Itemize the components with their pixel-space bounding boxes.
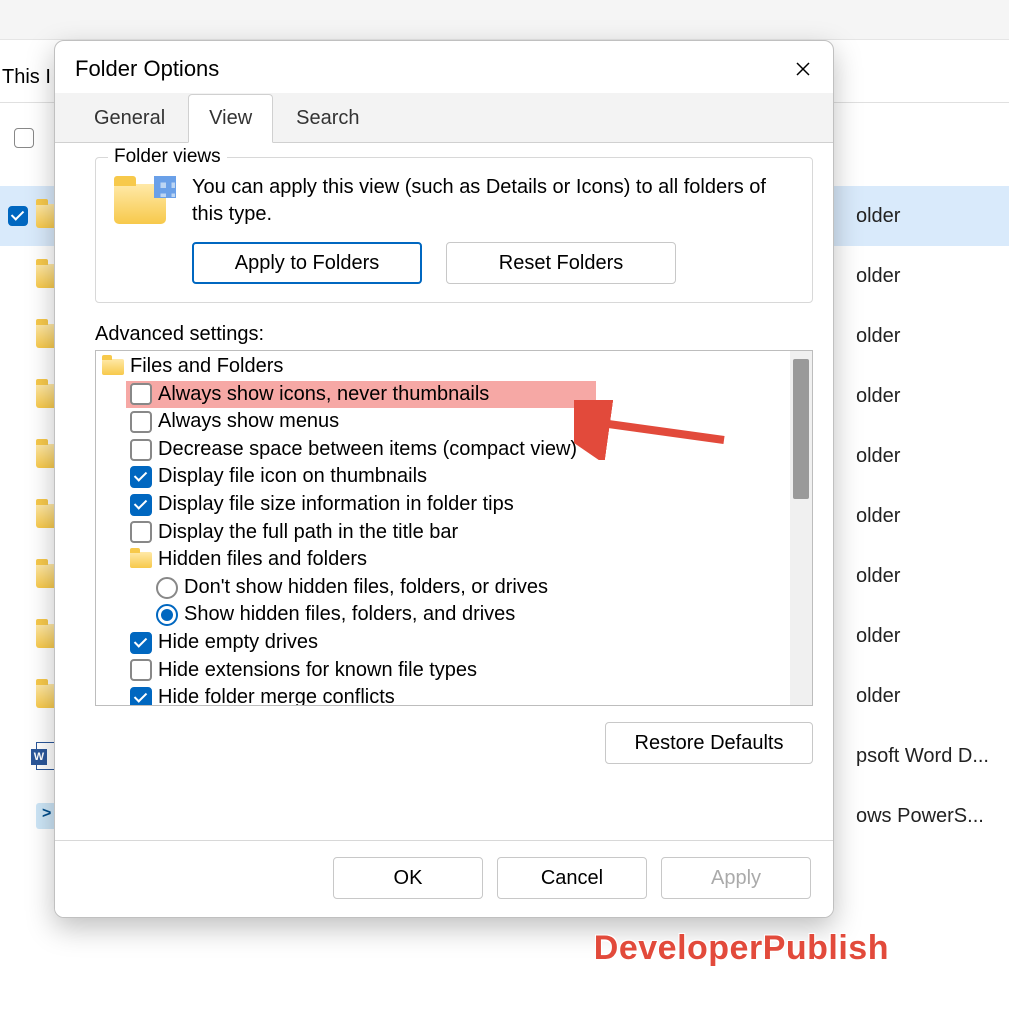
- checkbox[interactable]: [130, 411, 152, 433]
- apply-to-folders-button[interactable]: Apply to Folders: [192, 242, 422, 284]
- checkbox[interactable]: [130, 494, 152, 516]
- file-type-column: older older older older older older olde…: [856, 186, 989, 846]
- option-label: Display the full path in the title bar: [158, 520, 458, 546]
- apply-button[interactable]: Apply: [661, 857, 811, 899]
- option-compact-view[interactable]: Decrease space between items (compact vi…: [96, 436, 790, 464]
- radio-show-hidden[interactable]: Show hidden files, folders, and drives: [96, 601, 790, 629]
- dialog-footer: OK Cancel Apply: [55, 840, 833, 917]
- type-cell: older: [856, 186, 989, 246]
- close-icon: [795, 61, 811, 77]
- type-cell: older: [856, 546, 989, 606]
- column-select-all-checkbox[interactable]: [14, 128, 34, 148]
- dialog-titlebar: Folder Options: [55, 41, 833, 93]
- folder-views-group: Folder views You can apply this view (su…: [95, 157, 813, 303]
- dialog-tabs: General View Search: [55, 93, 833, 143]
- checkbox[interactable]: [130, 439, 152, 461]
- option-label: Hide extensions for known file types: [158, 658, 477, 684]
- checkbox[interactable]: [130, 687, 152, 705]
- advanced-settings-list: Files and Folders Always show icons, nev…: [95, 350, 813, 706]
- scrollbar-thumb[interactable]: [793, 359, 809, 499]
- option-label: Decrease space between items (compact vi…: [158, 437, 577, 463]
- cancel-button[interactable]: Cancel: [497, 857, 647, 899]
- checkbox[interactable]: [130, 466, 152, 488]
- tab-general[interactable]: General: [73, 94, 186, 143]
- radio-dont-show-hidden[interactable]: Don't show hidden files, folders, or dri…: [96, 574, 790, 602]
- dialog-title: Folder Options: [75, 56, 219, 82]
- close-button[interactable]: [789, 55, 817, 83]
- option-label: Always show menus: [158, 409, 339, 435]
- restore-defaults-button[interactable]: Restore Defaults: [605, 722, 813, 764]
- option-label: Show hidden files, folders, and drives: [184, 602, 515, 628]
- folder-options-dialog: Folder Options General View Search Folde…: [54, 40, 834, 918]
- option-always-show-icons[interactable]: Always show icons, never thumbnails: [126, 381, 596, 409]
- option-label: Don't show hidden files, folders, or dri…: [184, 575, 548, 601]
- type-cell: older: [856, 426, 989, 486]
- advanced-settings-label: Advanced settings:: [95, 323, 813, 346]
- tab-search[interactable]: Search: [275, 94, 380, 143]
- tree-group-files-folders: Files and Folders: [96, 353, 790, 381]
- folder-views-icon: [114, 184, 170, 224]
- breadcrumb: This I: [0, 60, 53, 95]
- type-cell: older: [856, 246, 989, 306]
- tree-label: Hidden files and folders: [158, 547, 367, 573]
- checkbox[interactable]: [130, 521, 152, 543]
- option-label: Display file size information in folder …: [158, 492, 514, 518]
- type-cell: psoft Word D...: [856, 726, 989, 786]
- option-label: Always show icons, never thumbnails: [158, 382, 489, 408]
- option-hide-extensions[interactable]: Hide extensions for known file types: [96, 657, 790, 685]
- tree-label: Files and Folders: [130, 354, 283, 380]
- row-checkbox[interactable]: [8, 206, 28, 226]
- ok-button[interactable]: OK: [333, 857, 483, 899]
- type-cell: older: [856, 606, 989, 666]
- type-cell: older: [856, 366, 989, 426]
- option-label: Display file icon on thumbnails: [158, 464, 427, 490]
- option-always-show-menus[interactable]: Always show menus: [96, 408, 790, 436]
- folder-icon: [130, 552, 152, 568]
- radio-button[interactable]: [156, 604, 178, 626]
- option-hide-empty-drives[interactable]: Hide empty drives: [96, 629, 790, 657]
- option-file-size-tips[interactable]: Display file size information in folder …: [96, 491, 790, 519]
- option-file-icon-thumbnails[interactable]: Display file icon on thumbnails: [96, 463, 790, 491]
- reset-folders-button[interactable]: Reset Folders: [446, 242, 676, 284]
- checkbox[interactable]: [130, 659, 152, 681]
- scrollbar[interactable]: [790, 351, 812, 705]
- option-label: Hide folder merge conflicts: [158, 685, 395, 705]
- explorer-toolbar: [0, 0, 1009, 40]
- tab-view[interactable]: View: [188, 94, 273, 143]
- tree-group-hidden-files: Hidden files and folders: [96, 546, 790, 574]
- watermark-text: DeveloperPublish: [594, 929, 889, 968]
- checkbox[interactable]: [130, 632, 152, 654]
- type-cell: older: [856, 486, 989, 546]
- folder-icon: [102, 359, 124, 375]
- option-hide-merge-conflicts[interactable]: Hide folder merge conflicts: [96, 684, 790, 705]
- radio-button[interactable]: [156, 577, 178, 599]
- folder-views-description: You can apply this view (such as Details…: [192, 174, 794, 228]
- type-cell: older: [856, 306, 989, 366]
- dialog-body: Folder views You can apply this view (su…: [55, 143, 833, 840]
- checkbox[interactable]: [130, 383, 152, 405]
- option-label: Hide empty drives: [158, 630, 318, 656]
- group-label: Folder views: [108, 146, 227, 168]
- option-full-path-titlebar[interactable]: Display the full path in the title bar: [96, 519, 790, 547]
- type-cell: older: [856, 666, 989, 726]
- type-cell: ows PowerS...: [856, 786, 989, 846]
